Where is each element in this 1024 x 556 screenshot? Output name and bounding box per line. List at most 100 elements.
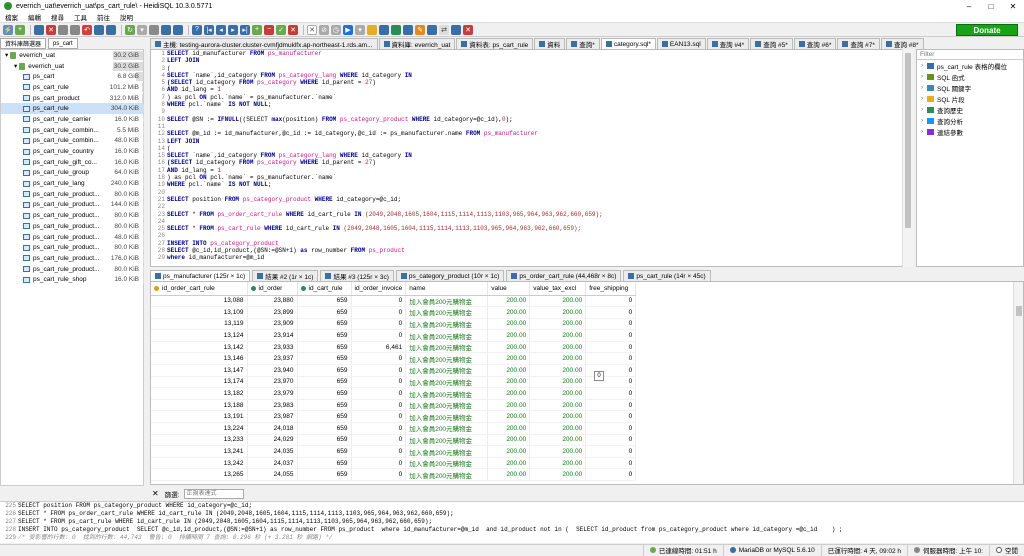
stop-icon[interactable]: ✕ bbox=[307, 25, 317, 35]
tab-11[interactable]: 查詢 #8* bbox=[881, 38, 924, 49]
column-header[interactable]: id_order_invoice bbox=[351, 282, 406, 295]
minimize-button[interactable]: – bbox=[958, 2, 980, 11]
table-cell[interactable]: 200.00 bbox=[530, 330, 586, 342]
pause-icon[interactable]: ⊘ bbox=[319, 25, 329, 35]
table-cell[interactable]: 13,174 bbox=[151, 376, 247, 388]
menu-edit[interactable]: 編輯 bbox=[23, 12, 46, 22]
table-cell[interactable]: 200.00 bbox=[488, 399, 530, 411]
table-cell[interactable]: 659 bbox=[297, 365, 351, 377]
database-icon[interactable] bbox=[173, 25, 183, 35]
table-cell[interactable]: 13,265 bbox=[151, 469, 247, 481]
close-filter-icon[interactable]: ✕ bbox=[152, 489, 159, 498]
dropdown-icon[interactable]: ▾ bbox=[137, 25, 147, 35]
table-cell[interactable]: 加入會員200元購物金 bbox=[406, 388, 488, 400]
table-cell[interactable]: 23,987 bbox=[247, 411, 297, 423]
table-cell[interactable]: 23,970 bbox=[247, 376, 297, 388]
table-cell[interactable]: 23,880 bbox=[247, 295, 297, 307]
next-icon[interactable]: ▸ bbox=[228, 25, 238, 35]
table-cell[interactable]: 659 bbox=[297, 446, 351, 458]
table-row[interactable]: 13,24124,0356590加入會員200元購物金200.00200.000 bbox=[151, 446, 636, 458]
table-cell[interactable]: 200.00 bbox=[530, 388, 586, 400]
table-cell[interactable]: 0 bbox=[351, 295, 406, 307]
table-cell[interactable]: 200.00 bbox=[530, 365, 586, 377]
tab-7[interactable]: 查詢 #4* bbox=[707, 38, 750, 49]
table-cell[interactable]: 加入會員200元購物金 bbox=[406, 469, 488, 481]
tree-item[interactable]: ps_cart_rule_product...80.0 KiB bbox=[1, 242, 143, 253]
tab-5[interactable]: category.sql* bbox=[601, 38, 656, 49]
run-dropdown-icon[interactable]: ▾ bbox=[355, 25, 365, 35]
sql-editor[interactable]: 1SELECT id_manufacturer FROM ps_manufact… bbox=[150, 49, 913, 267]
table-cell[interactable]: 加入會員200元購物金 bbox=[406, 446, 488, 458]
tree-item[interactable]: ps_cart_rule101.2 MiB bbox=[1, 82, 143, 93]
table-cell[interactable]: 659 bbox=[297, 434, 351, 446]
cancel-icon[interactable]: ✕ bbox=[288, 25, 298, 35]
tree-item[interactable]: ps_cart_rule_product...80.0 KiB bbox=[1, 189, 143, 200]
table-row[interactable]: 13,10923,8996590加入會員200元購物金200.00200.000 bbox=[151, 307, 636, 319]
table-cell[interactable]: 659 bbox=[297, 423, 351, 435]
table-row[interactable]: 13,08823,8806590加入會員200元購物金200.00200.000 bbox=[151, 295, 636, 307]
menu-help[interactable]: 說明 bbox=[115, 12, 138, 22]
table-cell[interactable]: 13,224 bbox=[151, 423, 247, 435]
table-cell[interactable]: 13,109 bbox=[151, 307, 247, 319]
table-cell[interactable]: 0 bbox=[351, 365, 406, 377]
editor-scrollbar[interactable] bbox=[902, 49, 913, 267]
last-icon[interactable]: ▸| bbox=[240, 25, 250, 35]
tree-item[interactable]: ps_cart_rule_product...80.0 KiB bbox=[1, 264, 143, 275]
tree-item[interactable]: ps_cart_rule_carrier16.0 KiB bbox=[1, 114, 143, 125]
donate-button[interactable]: Donate bbox=[956, 24, 1018, 36]
table-cell[interactable]: 13,124 bbox=[151, 330, 247, 342]
table-cell[interactable]: 0 bbox=[351, 411, 406, 423]
table-cell[interactable]: 23,940 bbox=[247, 365, 297, 377]
table-cell[interactable]: 200.00 bbox=[488, 457, 530, 469]
table-cell[interactable]: 659 bbox=[297, 376, 351, 388]
table-cell[interactable]: 200.00 bbox=[488, 446, 530, 458]
table-cell[interactable]: 0 bbox=[586, 318, 636, 330]
tree-item[interactable]: ps_cart_rule_product...80.0 KiB bbox=[1, 221, 143, 232]
table-cell[interactable]: 加入會員200元購物金 bbox=[406, 411, 488, 423]
maintenance-icon[interactable] bbox=[161, 25, 171, 35]
table-cell[interactable]: 200.00 bbox=[530, 376, 586, 388]
tree-item[interactable]: ▾everrich_uat30.2 GiB bbox=[1, 50, 143, 61]
table-row[interactable]: 13,26524,0556590加入會員200元購物金200.00200.000 bbox=[151, 469, 636, 481]
table-cell[interactable]: 加入會員200元購物金 bbox=[406, 341, 488, 353]
table-cell[interactable]: 6,461 bbox=[351, 341, 406, 353]
column-header[interactable]: id_order_cart_rule bbox=[151, 282, 247, 295]
table-cell[interactable]: 659 bbox=[297, 341, 351, 353]
grid-scrollbar[interactable] bbox=[1013, 282, 1023, 485]
table-cell[interactable]: 0 bbox=[586, 469, 636, 481]
table-cell[interactable]: 0 bbox=[351, 307, 406, 319]
tree-item[interactable]: ps_cart_product312.0 MiB bbox=[1, 93, 143, 104]
table-cell[interactable]: 0 bbox=[351, 353, 406, 365]
connect-icon[interactable]: + bbox=[15, 25, 25, 35]
column-header[interactable]: name bbox=[406, 282, 488, 295]
table-cell[interactable]: 24,018 bbox=[247, 423, 297, 435]
table-cell[interactable]: 0 bbox=[586, 423, 636, 435]
result-tab-1[interactable]: 結果 #2 (1r × 1c) bbox=[252, 270, 318, 281]
table-cell[interactable]: 659 bbox=[297, 295, 351, 307]
table-cell[interactable]: 200.00 bbox=[488, 318, 530, 330]
table-cell[interactable]: 13,146 bbox=[151, 353, 247, 365]
helper-item[interactable]: ›查詢分析 bbox=[917, 115, 1023, 126]
column-header[interactable]: value bbox=[488, 282, 530, 295]
result-tab-5[interactable]: ps_cart_rule (14r × 45c) bbox=[623, 270, 710, 281]
table-cell[interactable]: 加入會員200元購物金 bbox=[406, 365, 488, 377]
scrollbar-thumb[interactable] bbox=[1016, 306, 1022, 316]
prev-icon[interactable]: ◂ bbox=[216, 25, 226, 35]
helper-item[interactable]: ›ps_cart_rule 表格的欄位 bbox=[917, 60, 1023, 71]
table-cell[interactable]: 24,029 bbox=[247, 434, 297, 446]
helper-filter-input[interactable]: Filter bbox=[917, 50, 1023, 60]
session-manager-icon[interactable]: ⚡ bbox=[3, 25, 13, 35]
table-cell[interactable]: 200.00 bbox=[530, 399, 586, 411]
table-cell[interactable]: 659 bbox=[297, 307, 351, 319]
maximize-button[interactable]: □ bbox=[980, 2, 1002, 11]
tab-0[interactable]: 主機: testing-aurora-cluster.cluster-cvmfj… bbox=[150, 38, 378, 49]
table-cell[interactable]: 24,055 bbox=[247, 469, 297, 481]
table-row[interactable]: 13,14223,9336596,461加入會員200元購物金200.00200… bbox=[151, 341, 636, 353]
post-icon[interactable]: ✓ bbox=[276, 25, 286, 35]
tab-6[interactable]: EAN13.sql bbox=[657, 38, 706, 49]
table-cell[interactable]: 23,933 bbox=[247, 341, 297, 353]
history-icon[interactable]: ◷ bbox=[331, 25, 341, 35]
table-cell[interactable]: 200.00 bbox=[530, 318, 586, 330]
table-cell[interactable]: 200.00 bbox=[488, 411, 530, 423]
table-cell[interactable]: 659 bbox=[297, 388, 351, 400]
